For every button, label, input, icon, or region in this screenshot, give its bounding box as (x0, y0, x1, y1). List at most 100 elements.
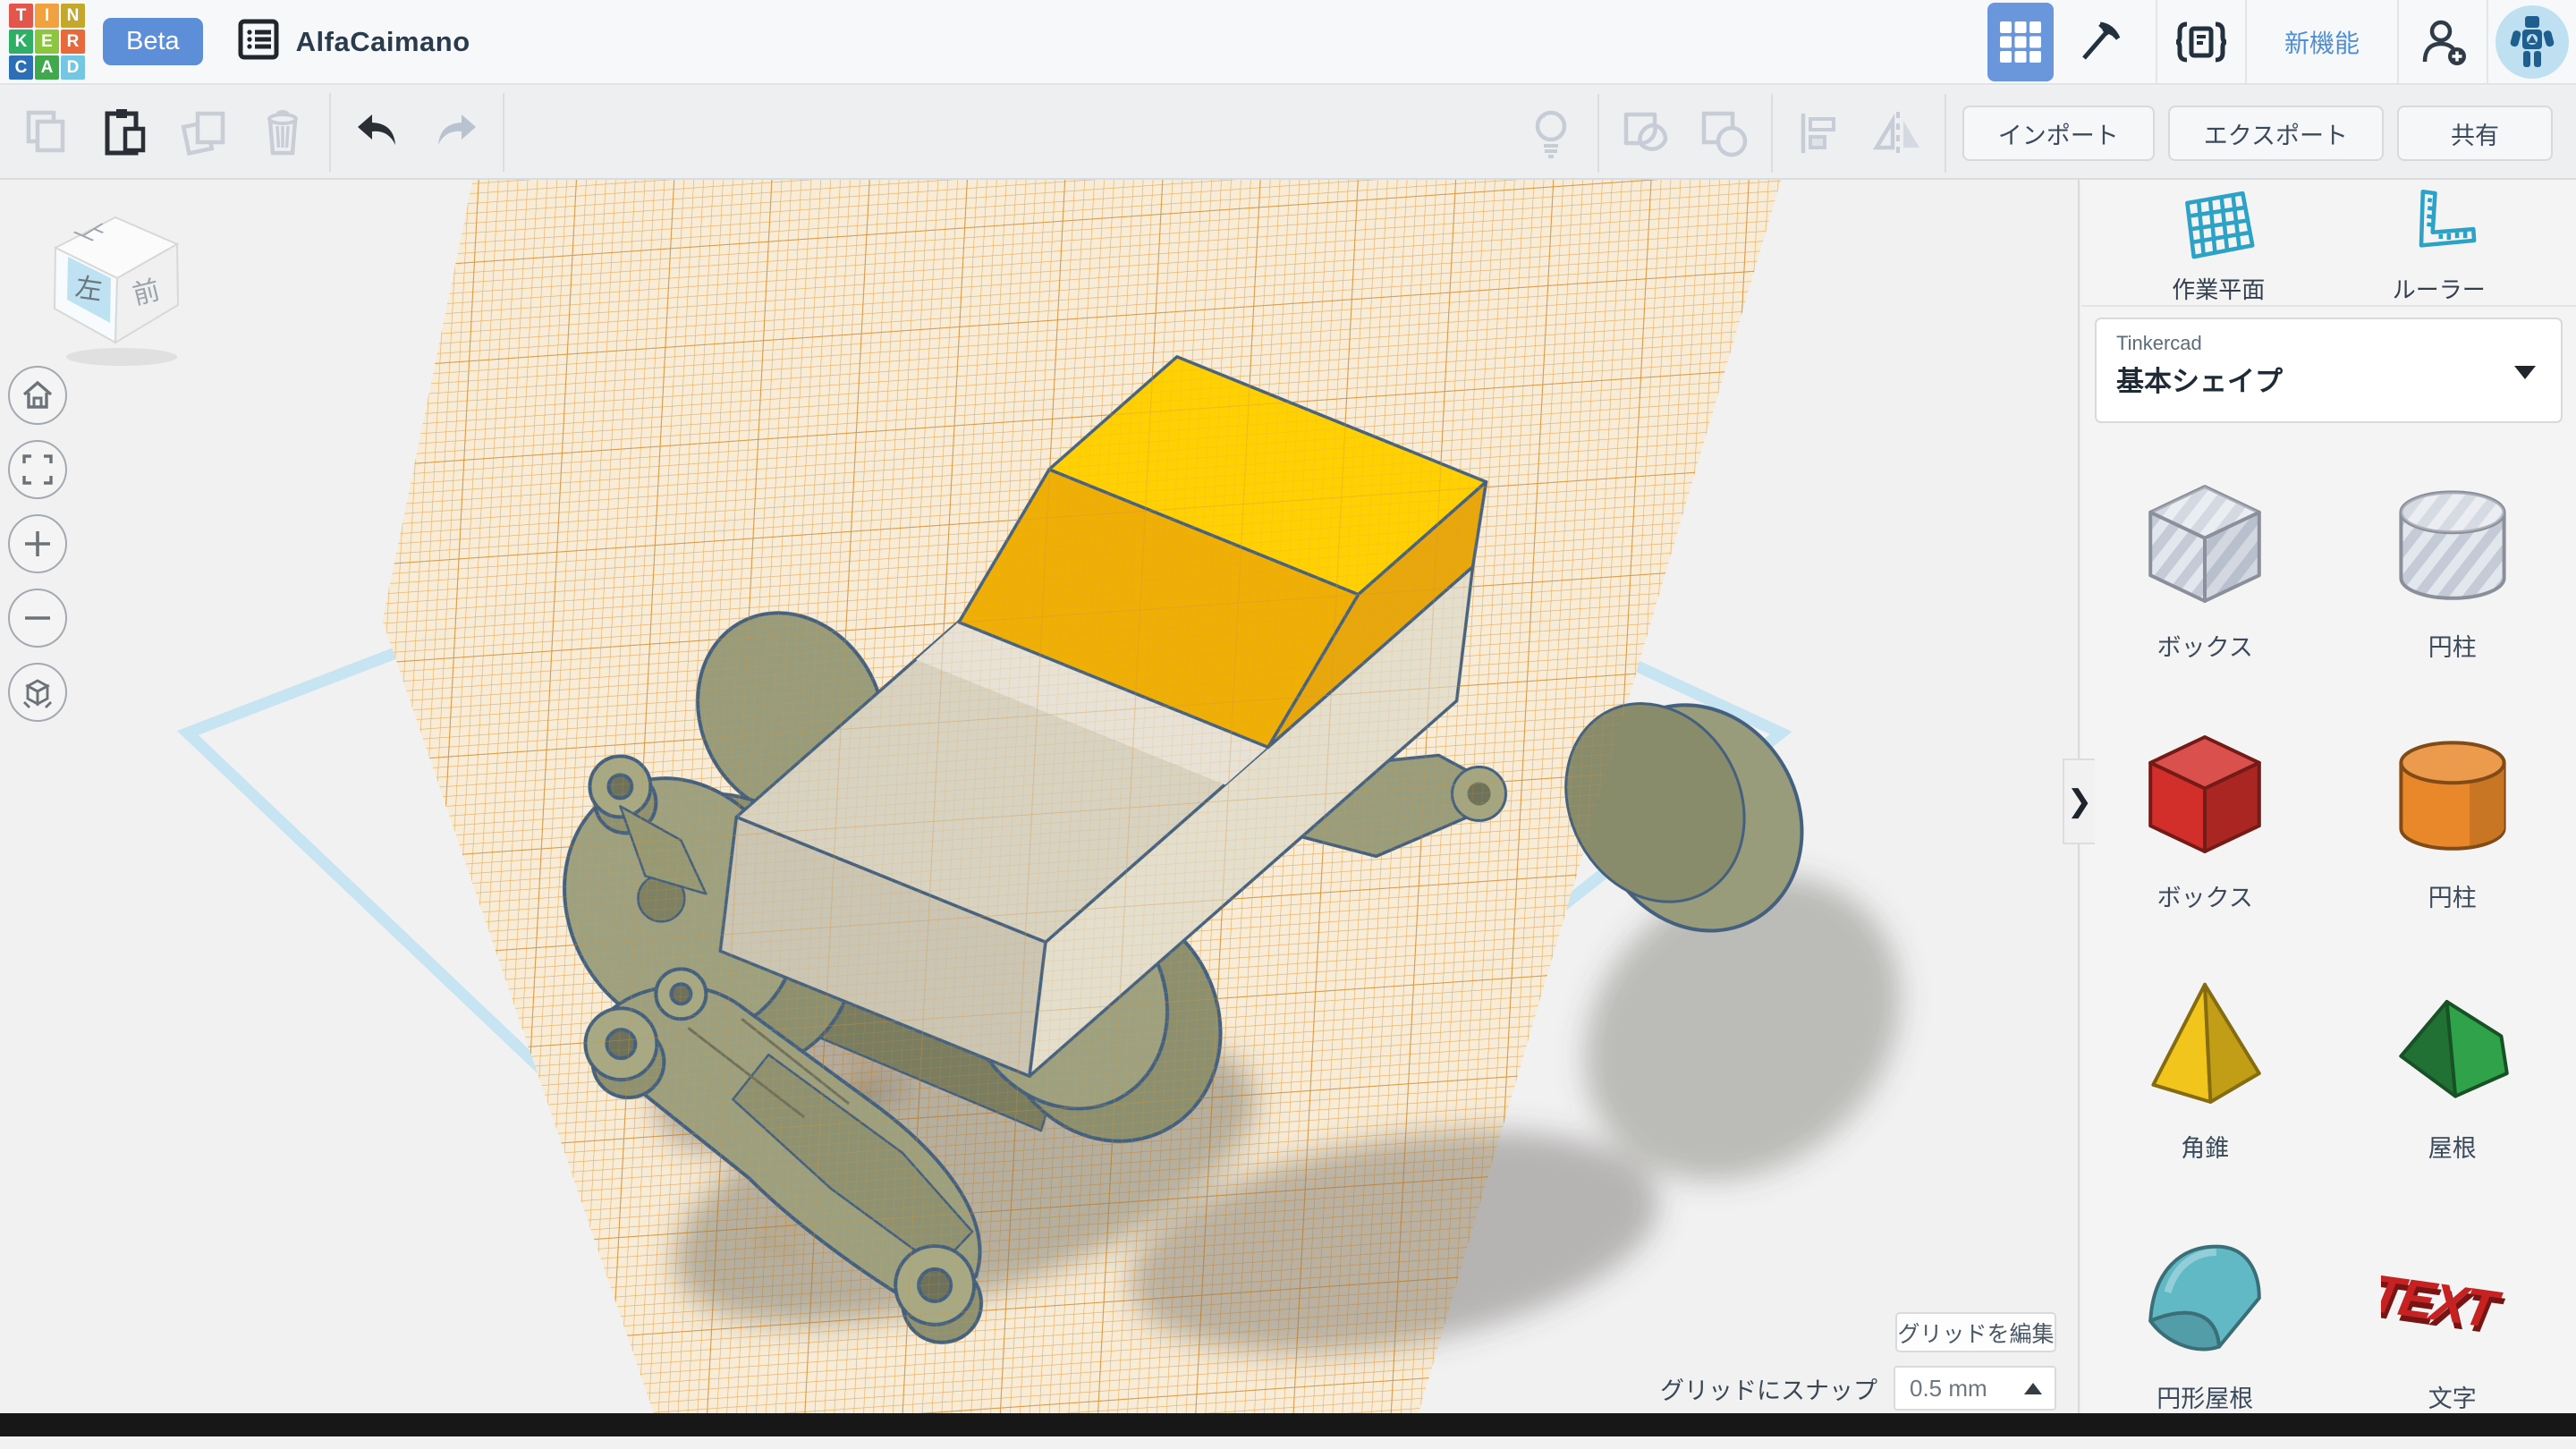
shape-label: 屋根 (2428, 1129, 2477, 1164)
ruler-tool[interactable]: ルーラー (2350, 185, 2529, 305)
delete-button[interactable] (243, 97, 322, 168)
shape-item-round-roof[interactable]: 円形屋根 (2081, 1199, 2329, 1449)
workplane-label: 作業平面 (2172, 272, 2265, 305)
robot-avatar-icon (2501, 11, 2563, 73)
caret-up-icon (2024, 1383, 2042, 1394)
import-button[interactable]: インポート (1962, 106, 2155, 161)
lightbulb-icon (1530, 108, 1572, 158)
cylinder-icon (2381, 723, 2524, 866)
fit-view-button[interactable] (8, 440, 67, 499)
shape-item-pyramid[interactable]: 角錐 (2081, 948, 2329, 1199)
home-view-button[interactable] (8, 366, 67, 425)
group-button[interactable] (1606, 97, 1685, 169)
codeblocks-icon (2176, 21, 2226, 64)
copy-icon (23, 109, 70, 156)
toolbar-divider (329, 93, 331, 172)
shape-item-roof[interactable]: 屋根 (2329, 948, 2576, 1199)
sidebar-collapse-tab[interactable]: ❯ (2063, 758, 2095, 844)
chevron-right-icon: ❯ (2067, 784, 2093, 819)
roof-icon (2381, 973, 2524, 1116)
duplicate-button[interactable] (165, 97, 243, 168)
shape-panel-toggle-button[interactable] (1987, 3, 2054, 81)
logo-tile-K: K (9, 30, 33, 54)
perspective-icon (21, 675, 55, 709)
box-hole-icon (2133, 472, 2276, 615)
logo-tile-T: T (9, 4, 33, 28)
shape-item-box-hole[interactable]: ボックス (2081, 447, 2329, 698)
copy-button[interactable] (7, 97, 86, 168)
snap-grid-value: 0.5 mm (1910, 1375, 1987, 1402)
view-controls (8, 366, 67, 722)
shape-label: ボックス (2157, 628, 2253, 663)
shape-item-cylinder-hole[interactable]: 円柱 (2329, 447, 2576, 698)
export-button[interactable]: エクスポート (2168, 106, 2384, 161)
grid-icon (2000, 21, 2041, 63)
header: TINKERCAD Beta AlfaCaimano 新機能 (0, 0, 2576, 85)
header-right-cluster: 新機能 (1975, 0, 2576, 83)
redo-button[interactable] (417, 97, 496, 168)
share-button[interactable]: 共有 (2397, 106, 2553, 161)
zoom-out-button[interactable] (8, 589, 67, 648)
toolbar-divider (503, 93, 504, 172)
ruler-label: ルーラー (2393, 272, 2486, 305)
cylinder-hole-icon (2381, 472, 2524, 615)
minecraft-export-button[interactable] (2057, 6, 2143, 78)
box-icon (2133, 723, 2276, 866)
edit-toolbar: インポート エクスポート 共有 (0, 87, 2576, 180)
align-button[interactable] (1780, 97, 1859, 169)
tinkercad-logo[interactable]: TINKERCAD (9, 4, 85, 80)
bottom-bar (0, 1413, 2576, 1436)
codeblocks-button[interactable] (2162, 6, 2241, 78)
shape-category-dropdown[interactable]: Tinkercad 基本シェイプ (2095, 318, 2563, 423)
shape-item-box[interactable]: ボックス (2081, 698, 2329, 948)
workplane-tool[interactable]: 作業平面 (2129, 185, 2308, 305)
beta-button[interactable]: Beta (103, 18, 203, 65)
new-features-link[interactable]: 新機能 (2247, 24, 2397, 60)
shape-label: 円柱 (2428, 878, 2477, 913)
show-all-button[interactable] (1512, 97, 1590, 169)
shape-item-text[interactable]: TEXT TEXT 文字 (2329, 1199, 2576, 1449)
shape-label: 角錐 (2181, 1129, 2229, 1164)
view-cube[interactable]: 上 左 前 (32, 198, 199, 368)
text-icon: TEXT TEXT (2381, 1224, 2524, 1367)
duplicate-icon (180, 108, 228, 157)
shape-label: 円形屋根 (2157, 1379, 2253, 1414)
fit-view-icon (21, 453, 54, 486)
mirror-icon (1873, 110, 1923, 157)
svg-text:左: 左 (73, 273, 104, 306)
scene-3d: Tinkercad (0, 180, 2078, 1436)
viewport-3d[interactable]: Tinkercad (0, 180, 2080, 1436)
home-icon (21, 380, 54, 411)
perspective-toggle-button[interactable] (8, 663, 67, 722)
shapes-sidebar: 作業平面 ルーラー Tinkercad 基本シェイプ ボックス 円柱 (2081, 180, 2576, 1436)
workplane-icon (2174, 185, 2263, 267)
trash-icon (261, 108, 304, 157)
logo-tile-C: C (9, 55, 33, 80)
group-icon (1621, 109, 1671, 157)
category-name: 基本シェイプ (2116, 359, 2541, 399)
shape-label: 文字 (2428, 1379, 2477, 1414)
logo-tile-E: E (35, 30, 59, 54)
shape-label: ボックス (2157, 878, 2253, 913)
user-avatar[interactable] (2496, 5, 2569, 79)
zoom-in-button[interactable] (8, 514, 67, 573)
design-title[interactable]: AlfaCaimano (296, 26, 470, 58)
undo-icon (352, 111, 402, 154)
design-properties-icon[interactable] (237, 18, 280, 65)
ungroup-icon (1699, 109, 1750, 157)
pickaxe-icon (2077, 19, 2123, 65)
logo-tile-I: I (35, 4, 59, 28)
align-icon (1796, 110, 1843, 157)
shape-gallery: ボックス 円柱 ボックス 円柱 角錐 屋根 円形屋根 TEXT TEXT 文字 (2081, 447, 2576, 1449)
paste-button[interactable] (86, 97, 165, 168)
mirror-button[interactable] (1859, 97, 1937, 169)
redo-icon (431, 111, 481, 154)
shape-item-cylinder[interactable]: 円柱 (2329, 698, 2576, 948)
invite-people-button[interactable] (2403, 6, 2482, 78)
edit-grid-button[interactable]: グリッドを編集 (1895, 1312, 2056, 1352)
tinkercad-app: TINKERCAD Beta AlfaCaimano 新機能 (0, 0, 2576, 1436)
ungroup-button[interactable] (1685, 97, 1764, 169)
undo-button[interactable] (338, 97, 417, 168)
ruler-icon (2394, 185, 2484, 267)
snap-grid-select[interactable]: 0.5 mm (1894, 1366, 2056, 1411)
